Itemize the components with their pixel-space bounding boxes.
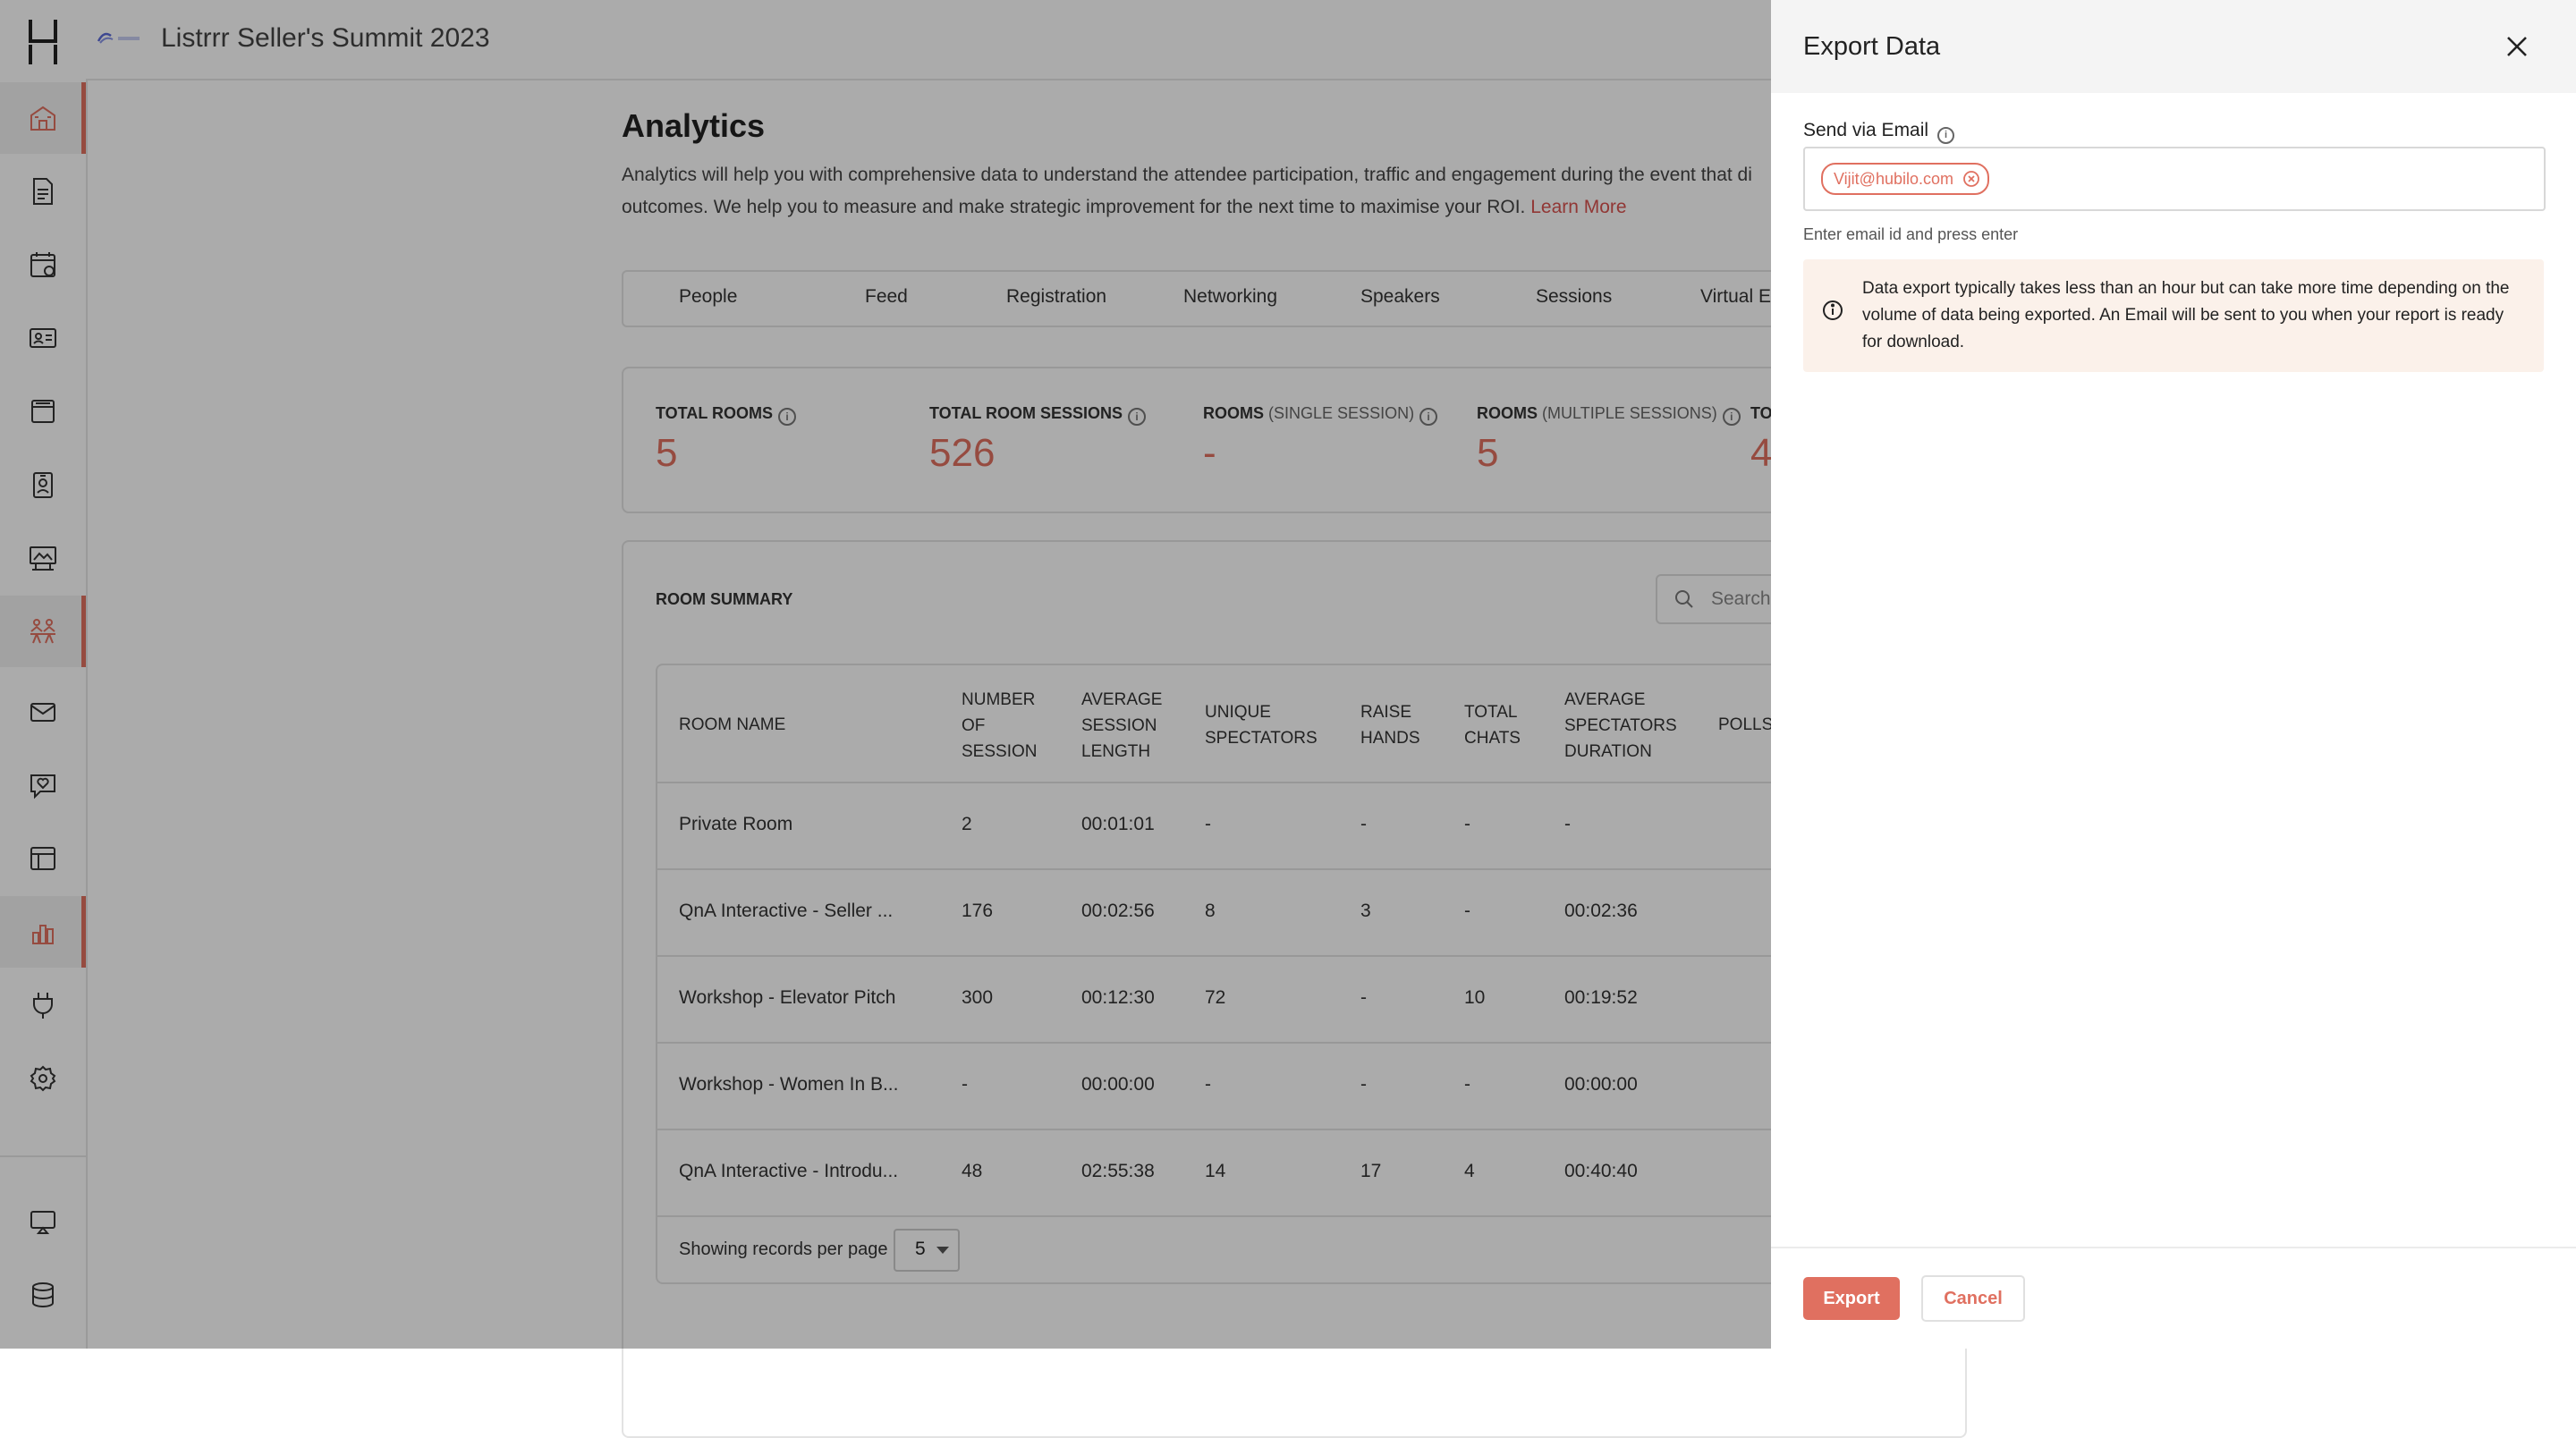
send-via-email-label: Send via Email i xyxy=(1803,120,1955,144)
export-data-drawer: Export Data Send via Email i Vijit@hubilo… xyxy=(1771,0,2576,1349)
export-notice: Data export typically takes less than an… xyxy=(1803,259,2544,372)
email-chip-text: Vijit@hubilo.com xyxy=(1834,170,1953,188)
info-icon[interactable]: i xyxy=(1937,127,1955,144)
remove-chip-icon[interactable] xyxy=(1962,170,1980,188)
email-helper-text: Enter email id and press enter xyxy=(1803,225,2019,243)
export-button[interactable]: Export xyxy=(1803,1277,1900,1320)
close-icon[interactable] xyxy=(2503,32,2531,61)
info-icon xyxy=(1823,300,1843,320)
drawer-header: Export Data xyxy=(1771,0,2576,93)
drawer-footer-divider xyxy=(1771,1247,2576,1248)
email-input[interactable]: Vijit@hubilo.com xyxy=(1803,147,2546,211)
email-chip: Vijit@hubilo.com xyxy=(1821,163,1989,195)
modal-backdrop[interactable] xyxy=(0,0,1771,1349)
export-notice-text: Data export typically takes less than an… xyxy=(1862,279,2510,351)
drawer-title: Export Data xyxy=(1803,32,1941,61)
cancel-button[interactable]: Cancel xyxy=(1921,1275,2025,1322)
